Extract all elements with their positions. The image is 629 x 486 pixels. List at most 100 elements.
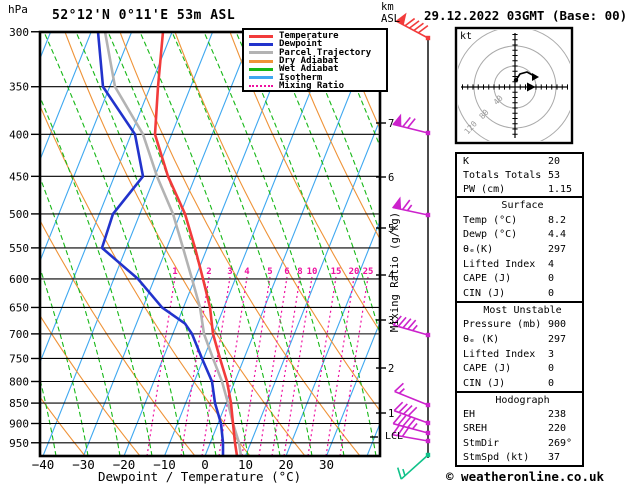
row-value: 1.15	[548, 183, 573, 195]
pressure-unit-label: hPa	[8, 3, 28, 16]
credit-watermark: © weatheronline.co.uk	[446, 469, 605, 484]
mixing-ratio-axis-label: Mixing Ratio (g/kg)	[389, 212, 401, 332]
km-tick-label: 1	[388, 408, 394, 420]
pressure-tick-label: 800	[9, 375, 29, 388]
table-row: CIN (J) 0	[457, 286, 582, 301]
table-row: Totals Totals 53	[457, 168, 582, 182]
row-label: SREH	[463, 423, 488, 435]
mixing-ratio-label: 10	[307, 267, 318, 277]
row-value: 900	[548, 319, 567, 331]
row-value: 8.2	[548, 214, 567, 226]
row-label: Lifted Index	[463, 348, 536, 360]
table-row: Dewp (°C) 4.4	[457, 227, 582, 242]
row-label: Lifted Index	[463, 258, 536, 270]
data-table: Surface Temp (°C) 8.2 Dewp (°C) 4.4 θₑ(K) 297 L…	[455, 196, 584, 303]
row-label: PW (cm)	[463, 183, 506, 195]
row-value: 3	[548, 348, 555, 360]
pressure-tick-label: 750	[9, 352, 29, 365]
pressure-tick-label: 300	[9, 26, 29, 39]
table-row: CIN (J) 0	[457, 376, 582, 391]
row-label: CAPE (J)	[463, 363, 512, 375]
row-value: 269°	[548, 437, 573, 449]
row-value: 53	[548, 169, 561, 181]
mixing-ratio-label: 8	[297, 267, 302, 277]
table-row: CAPE (J) 0	[457, 272, 582, 287]
table-row: Lifted Index 4	[457, 257, 582, 272]
table-row: θₑ (K) 297	[457, 332, 582, 347]
row-label: CIN (J)	[463, 288, 506, 300]
legend-swatch	[249, 84, 273, 87]
x-axis-title: Dewpoint / Temperature (°C)	[98, 469, 302, 484]
row-label: CAPE (J)	[463, 273, 512, 285]
pressure-tick-label: 450	[9, 170, 29, 183]
table-row: SREH 220	[457, 422, 582, 436]
mixing-ratio-label: 25	[363, 267, 374, 277]
row-value: 20	[548, 155, 561, 167]
table-row: StmSpd (kt) 37	[457, 451, 582, 465]
table-header: Hodograph	[495, 394, 550, 406]
pressure-tick-label: 700	[9, 328, 29, 341]
pressure-tick-label: 350	[9, 81, 29, 94]
legend-swatch	[249, 42, 273, 46]
temp-tick-label: −30	[72, 457, 95, 472]
row-value: 220	[548, 423, 567, 435]
row-label: Temp (°C)	[463, 214, 518, 226]
row-value: 4	[548, 258, 555, 270]
row-label: θₑ(K)	[463, 243, 494, 255]
legend-label: Mixing Ratio	[279, 80, 345, 91]
data-table: Hodograph EH 238 SREH 220 StmDir 269° StmSpd (k…	[455, 391, 584, 467]
temp-tick-label: 30	[319, 457, 334, 472]
row-label: StmSpd (kt)	[463, 452, 530, 464]
lcl-label: LCL	[385, 431, 404, 442]
temp-tick-label: −40	[32, 457, 55, 472]
row-label: EH	[463, 409, 476, 421]
table-row: EH 238	[457, 407, 582, 421]
parcel-trajectory-curve	[103, 32, 243, 456]
row-value: 0	[548, 378, 555, 390]
legend-item: Mixing Ratio	[247, 80, 383, 91]
km-tick-label: 6	[388, 172, 394, 184]
data-table: Most Unstable Pressure (mb) 900 θₑ (K) 297 Li…	[455, 301, 584, 393]
legend-swatch	[249, 34, 273, 38]
mixing-ratio-label: 4	[244, 267, 250, 277]
pressure-tick-label: 650	[9, 301, 29, 314]
legend-box: Temperature Dewpoint Parcel Trajectory Dry …	[242, 28, 388, 92]
row-value: 0	[548, 288, 555, 300]
table-row: Pressure (mb) 900	[457, 318, 582, 333]
row-value: 238	[548, 409, 567, 421]
pressure-axis-ticks: 300 350 400 450 500 550 600 650 700 750 800 850 900 9…	[9, 26, 40, 450]
table-row: CAPE (J) 0	[457, 362, 582, 377]
row-label: CIN (J)	[463, 378, 506, 390]
wind-barb	[396, 452, 431, 480]
legend-swatch	[249, 51, 273, 55]
row-value: 0	[548, 363, 555, 375]
isobar-lines	[40, 31, 380, 444]
row-label: Totals Totals	[463, 169, 542, 181]
altitude-unit-label: km ASL	[381, 1, 400, 25]
sounding-curves	[96, 32, 243, 456]
row-label: Pressure (mb)	[463, 319, 542, 331]
data-table: K 20 Totals Totals 53 PW (cm) 1.15	[455, 152, 584, 198]
row-label: K	[463, 155, 470, 167]
row-value: 0	[548, 273, 555, 285]
row-value: 4.4	[548, 229, 567, 241]
row-value: 297	[548, 334, 567, 346]
mixing-ratio-label: 1	[172, 267, 177, 277]
pressure-tick-label: 550	[9, 242, 29, 255]
pressure-tick-label: 900	[9, 417, 29, 430]
mixing-ratio-label: 2	[206, 267, 211, 277]
pressure-tick-label: 850	[9, 397, 29, 410]
mixing-ratio-label: 6	[284, 267, 289, 277]
wind-barb	[394, 382, 431, 408]
table-header: Most Unstable	[483, 304, 562, 316]
page-title: 52°12'N 0°11'E 53m ASL	[52, 8, 236, 23]
mixing-ratio-label: 20	[349, 267, 360, 277]
table-row: PW (cm) 1.15	[457, 182, 582, 196]
table-row: Temp (°C) 8.2	[457, 213, 582, 228]
pressure-tick-label: 400	[9, 128, 29, 141]
legend-swatch	[249, 59, 273, 63]
mixing-ratio-label: 5	[267, 267, 272, 277]
hodograph-unit-label: kt	[460, 31, 473, 42]
legend-swatch	[249, 76, 273, 80]
table-row: K 20	[457, 154, 582, 168]
